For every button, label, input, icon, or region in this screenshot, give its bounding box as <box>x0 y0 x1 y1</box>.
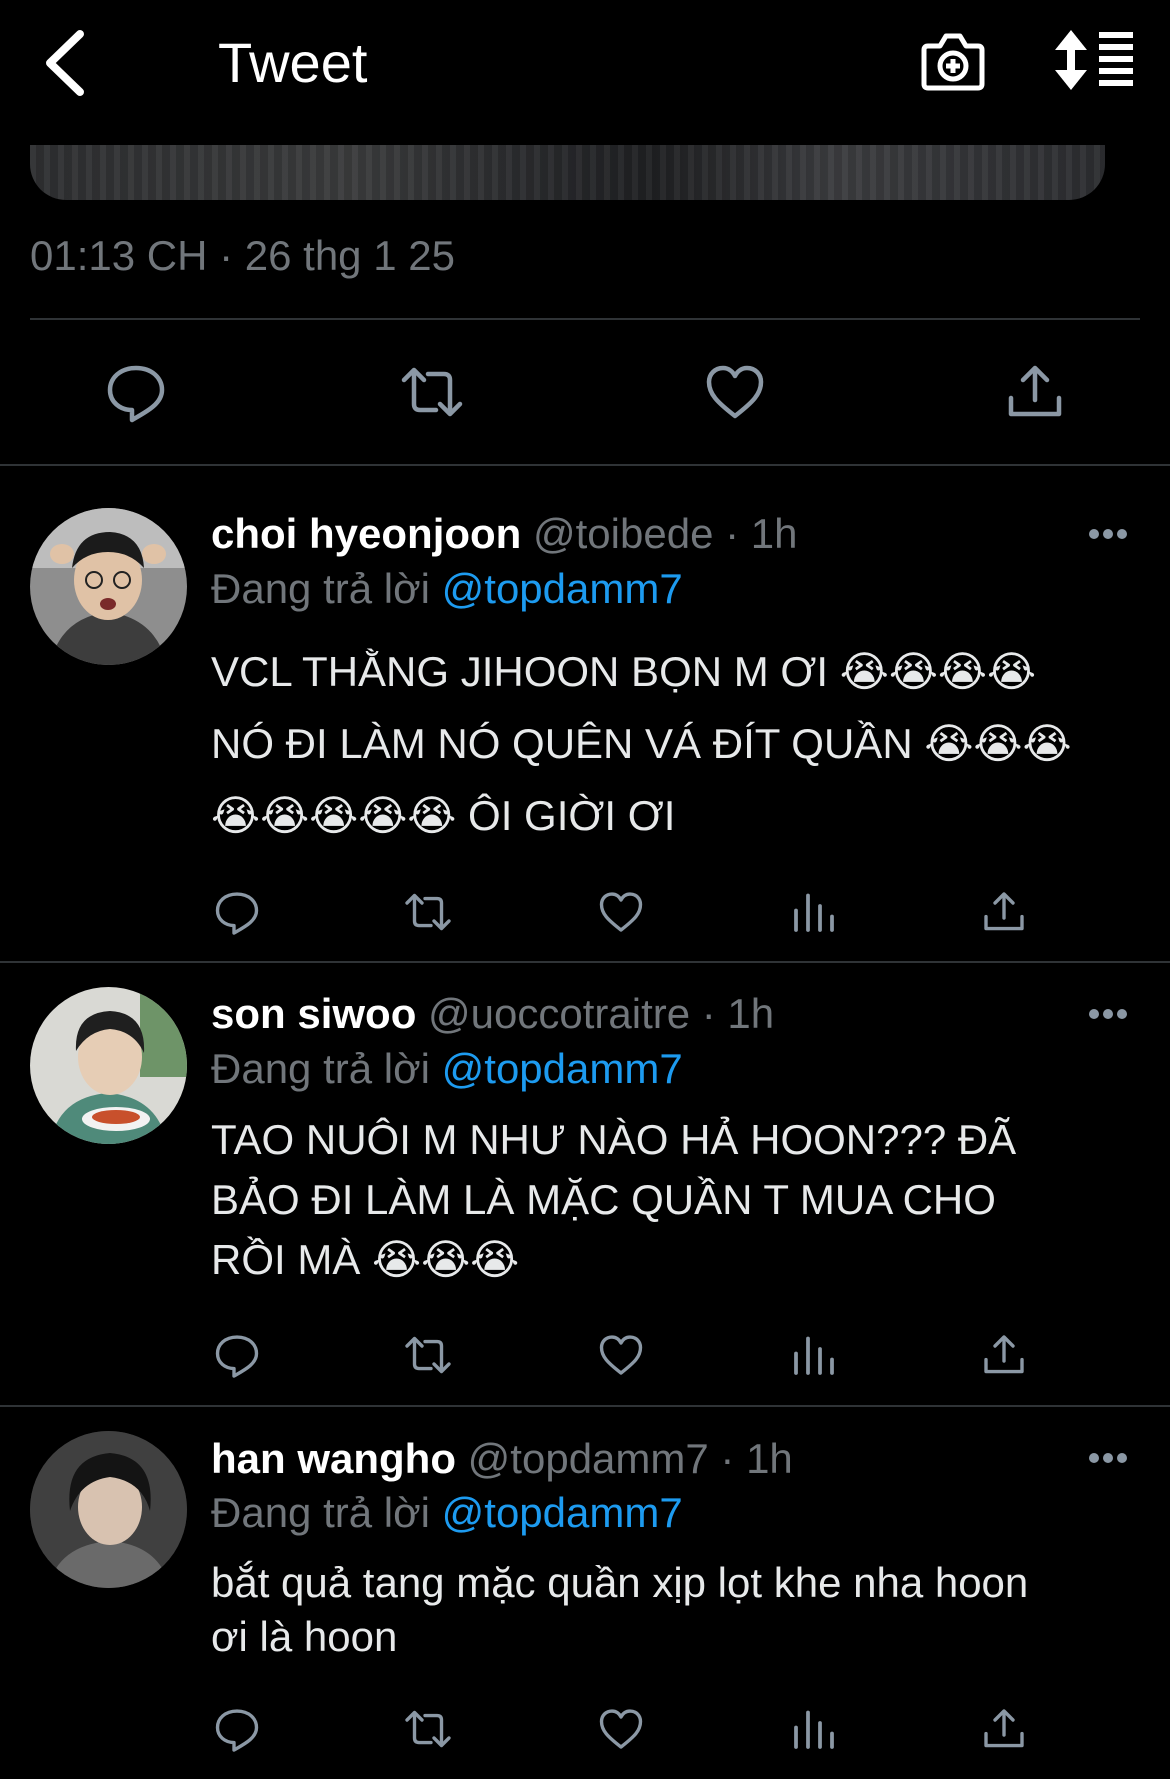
share-button[interactable] <box>980 888 1028 936</box>
reply-author-line: han wangho @topdamm7 · 1h <box>211 1435 793 1483</box>
section-divider <box>0 464 1170 466</box>
reply-text: VCL THẰNG JIHOON BỌN M ƠI 😭😭😭😭 NÓ ĐI LÀM… <box>211 648 1072 839</box>
avatar[interactable] <box>30 1431 187 1588</box>
tweet-timestamp: 01:13 CH · 26 thg 1 25 <box>30 232 455 279</box>
more-options-icon[interactable] <box>1088 1452 1128 1464</box>
display-name[interactable]: son siwoo <box>211 990 416 1037</box>
sort-button[interactable] <box>1055 28 1137 92</box>
retweet-button[interactable] <box>404 1705 452 1753</box>
share-icon <box>1008 365 1062 417</box>
retweet-icon <box>401 367 463 417</box>
reply-divider <box>0 1405 1170 1407</box>
share-icon <box>984 892 1024 931</box>
more-options-icon[interactable] <box>1088 528 1128 540</box>
username[interactable]: @topdamm7 <box>468 1435 709 1482</box>
back-button[interactable] <box>40 28 100 98</box>
like-icon <box>599 1709 643 1749</box>
username[interactable]: @toibede <box>533 510 713 557</box>
like-button[interactable] <box>597 1331 645 1379</box>
retweet-icon <box>405 1336 451 1374</box>
reply-text: TAO NUÔI M NHƯ NÀO HẢ HOON??? ĐÃ BẢO ĐI … <box>211 1116 1017 1283</box>
reply-divider <box>0 961 1170 963</box>
replying-to: Đang trả lời @topdamm7 <box>211 1489 683 1537</box>
like-icon <box>706 365 764 419</box>
reply-icon <box>215 1709 259 1752</box>
like-button[interactable] <box>703 360 767 424</box>
reply-icon <box>215 1335 259 1378</box>
top-nav-bar: Tweet <box>0 0 1170 145</box>
more-options-icon[interactable] <box>1088 1008 1128 1020</box>
replying-to: Đang trả lời @topdamm7 <box>211 565 683 613</box>
avatar[interactable] <box>30 987 187 1144</box>
reply-icon <box>215 892 259 935</box>
like-button[interactable] <box>597 1705 645 1753</box>
retweet-icon <box>405 1710 451 1748</box>
display-name[interactable]: choi hyeonjoon <box>211 510 521 557</box>
analytics-icon <box>794 893 834 932</box>
replying-to-label: Đang trả lời <box>211 1489 430 1536</box>
reply-button[interactable] <box>213 1705 261 1753</box>
reply-time: · 1h <box>720 1435 793 1482</box>
reply-time: · 1h <box>725 510 798 557</box>
sort-list-icon <box>1055 30 1133 90</box>
share-button[interactable] <box>980 1331 1028 1379</box>
reply-icon <box>107 365 165 423</box>
share-icon <box>984 1335 1024 1374</box>
reply-time: · 1h <box>701 990 775 1037</box>
reply-text: bắt quả tang mặc quần xịp lọt khe nha ho… <box>211 1559 1029 1660</box>
replying-to: Đang trả lời @topdamm7 <box>211 1045 683 1093</box>
divider <box>30 318 1140 320</box>
retweet-button[interactable] <box>404 1331 452 1379</box>
mention-link[interactable]: @topdamm7 <box>442 1489 683 1536</box>
reply-author-line: son siwoo @uoccotraitre · 1h <box>211 990 774 1038</box>
chevron-left-icon <box>46 30 84 96</box>
like-icon <box>599 892 643 932</box>
replying-to-label: Đang trả lời <box>211 565 430 612</box>
analytics-button[interactable] <box>790 888 838 936</box>
camera-plus-icon <box>921 33 985 91</box>
analytics-icon <box>794 1336 834 1375</box>
avatar[interactable] <box>30 508 187 665</box>
share-button[interactable] <box>1003 360 1067 424</box>
share-button[interactable] <box>980 1705 1028 1753</box>
mention-link[interactable]: @topdamm7 <box>442 1045 683 1092</box>
camera-button[interactable] <box>920 30 986 92</box>
replying-to-label: Đang trả lời <box>211 1045 430 1092</box>
like-icon <box>599 1335 643 1375</box>
retweet-button[interactable] <box>400 360 464 424</box>
page-title: Tweet <box>218 31 368 94</box>
display-name[interactable]: han wangho <box>211 1435 456 1482</box>
retweet-button[interactable] <box>404 888 452 936</box>
analytics-icon <box>794 1710 834 1749</box>
reply-button[interactable] <box>104 360 168 424</box>
mention-link[interactable]: @topdamm7 <box>442 565 683 612</box>
reply-button[interactable] <box>213 1331 261 1379</box>
share-icon <box>984 1709 1024 1748</box>
reply-button[interactable] <box>213 888 261 936</box>
analytics-button[interactable] <box>790 1705 838 1753</box>
like-button[interactable] <box>597 888 645 936</box>
username[interactable]: @uoccotraitre <box>428 990 690 1037</box>
reply-author-line: choi hyeonjoon @toibede · 1h <box>211 510 797 558</box>
analytics-button[interactable] <box>790 1331 838 1379</box>
retweet-icon <box>405 893 451 931</box>
